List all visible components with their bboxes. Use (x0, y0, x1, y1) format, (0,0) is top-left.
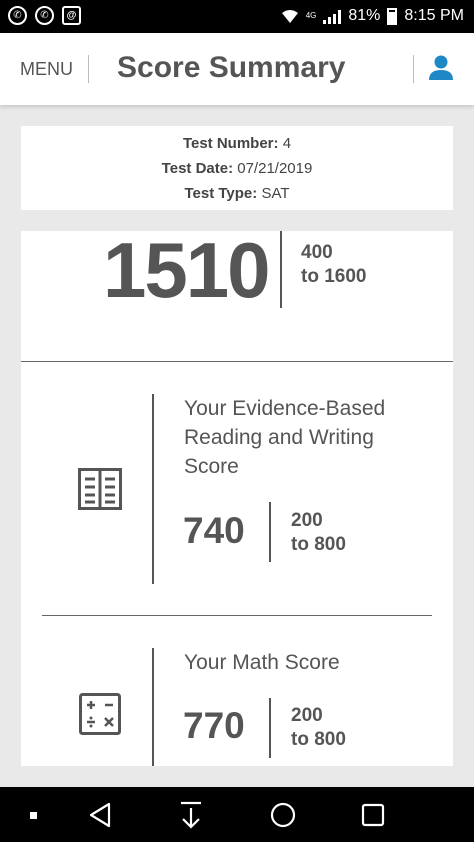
score-divider (269, 698, 271, 758)
test-type-value: SAT (261, 185, 290, 202)
profile-button[interactable] (426, 53, 456, 83)
test-number-row: Test Number: 4 (21, 135, 453, 152)
dot-button[interactable] (17, 799, 49, 831)
range-max: to 800 (291, 534, 346, 555)
back-icon (89, 802, 111, 828)
header-divider (88, 55, 89, 83)
battery-percent: 81% (348, 7, 381, 24)
total-score: 1510 (103, 226, 271, 314)
calculator-icon (79, 693, 121, 735)
book-icon (78, 468, 122, 510)
section-score-range: 200 to 800 (291, 509, 346, 557)
section-separator (42, 615, 432, 616)
user-icon (429, 55, 453, 80)
test-info-card: Test Number: 4 Test Date: 07/21/2019 Tes… (21, 126, 453, 210)
home-icon (270, 802, 296, 828)
test-number-label: Test Number: (182, 135, 279, 152)
clock: 8:15 PM (404, 7, 464, 24)
test-date-row: Test Date: 07/21/2019 (21, 160, 453, 177)
recents-icon (361, 803, 385, 827)
whatsapp-icon: ✆ (8, 6, 27, 25)
total-score-range: 400 to 1600 (301, 241, 366, 289)
back-button[interactable] (85, 799, 117, 831)
recents-button[interactable] (357, 799, 389, 831)
status-bar: ✆ ✆ @ 4G 81% 8:15 PM (0, 0, 474, 33)
home-button[interactable] (267, 799, 299, 831)
navigation-bar (0, 787, 474, 842)
test-number-value: 4 (282, 135, 292, 152)
score-divider (280, 231, 282, 308)
section-title: Your Math Score (184, 651, 340, 674)
test-type-label: Test Type: (184, 185, 258, 202)
menu-button[interactable]: MENU (20, 59, 73, 80)
section-score: 770 (183, 705, 245, 746)
wifi-icon (281, 9, 298, 23)
test-date-value: 07/21/2019 (237, 160, 313, 177)
range-min: 200 (291, 510, 323, 531)
test-date-label: Test Date: (161, 160, 234, 177)
section-title: Your Evidence-Based Reading and Writing … (184, 397, 386, 478)
score-divider (269, 502, 271, 562)
signal-icon (323, 9, 342, 24)
app-header: MENU Score Summary (0, 33, 474, 105)
download-button[interactable] (175, 799, 207, 831)
header-divider (413, 55, 414, 83)
download-icon (181, 801, 201, 829)
section-divider (152, 394, 154, 584)
range-max: to 800 (291, 729, 346, 750)
email-icon: @ (62, 6, 81, 25)
section-score: 740 (183, 510, 245, 551)
range-max: to 1600 (301, 266, 367, 287)
section-score-range: 200 to 800 (291, 704, 346, 752)
battery-icon (387, 7, 398, 25)
range-min: 200 (291, 705, 323, 726)
test-type-row: Test Type: SAT (21, 185, 453, 202)
whatsapp-icon: ✆ (35, 6, 54, 25)
section-scores-card: Your Evidence-Based Reading and Writing … (21, 362, 453, 766)
total-score-card: 1510 400 to 1600 (21, 226, 453, 362)
network-type: 4G (305, 11, 317, 20)
dot-icon (30, 812, 37, 819)
page-title: Score Summary (117, 51, 346, 84)
section-divider (152, 648, 154, 766)
range-min: 400 (301, 242, 333, 263)
